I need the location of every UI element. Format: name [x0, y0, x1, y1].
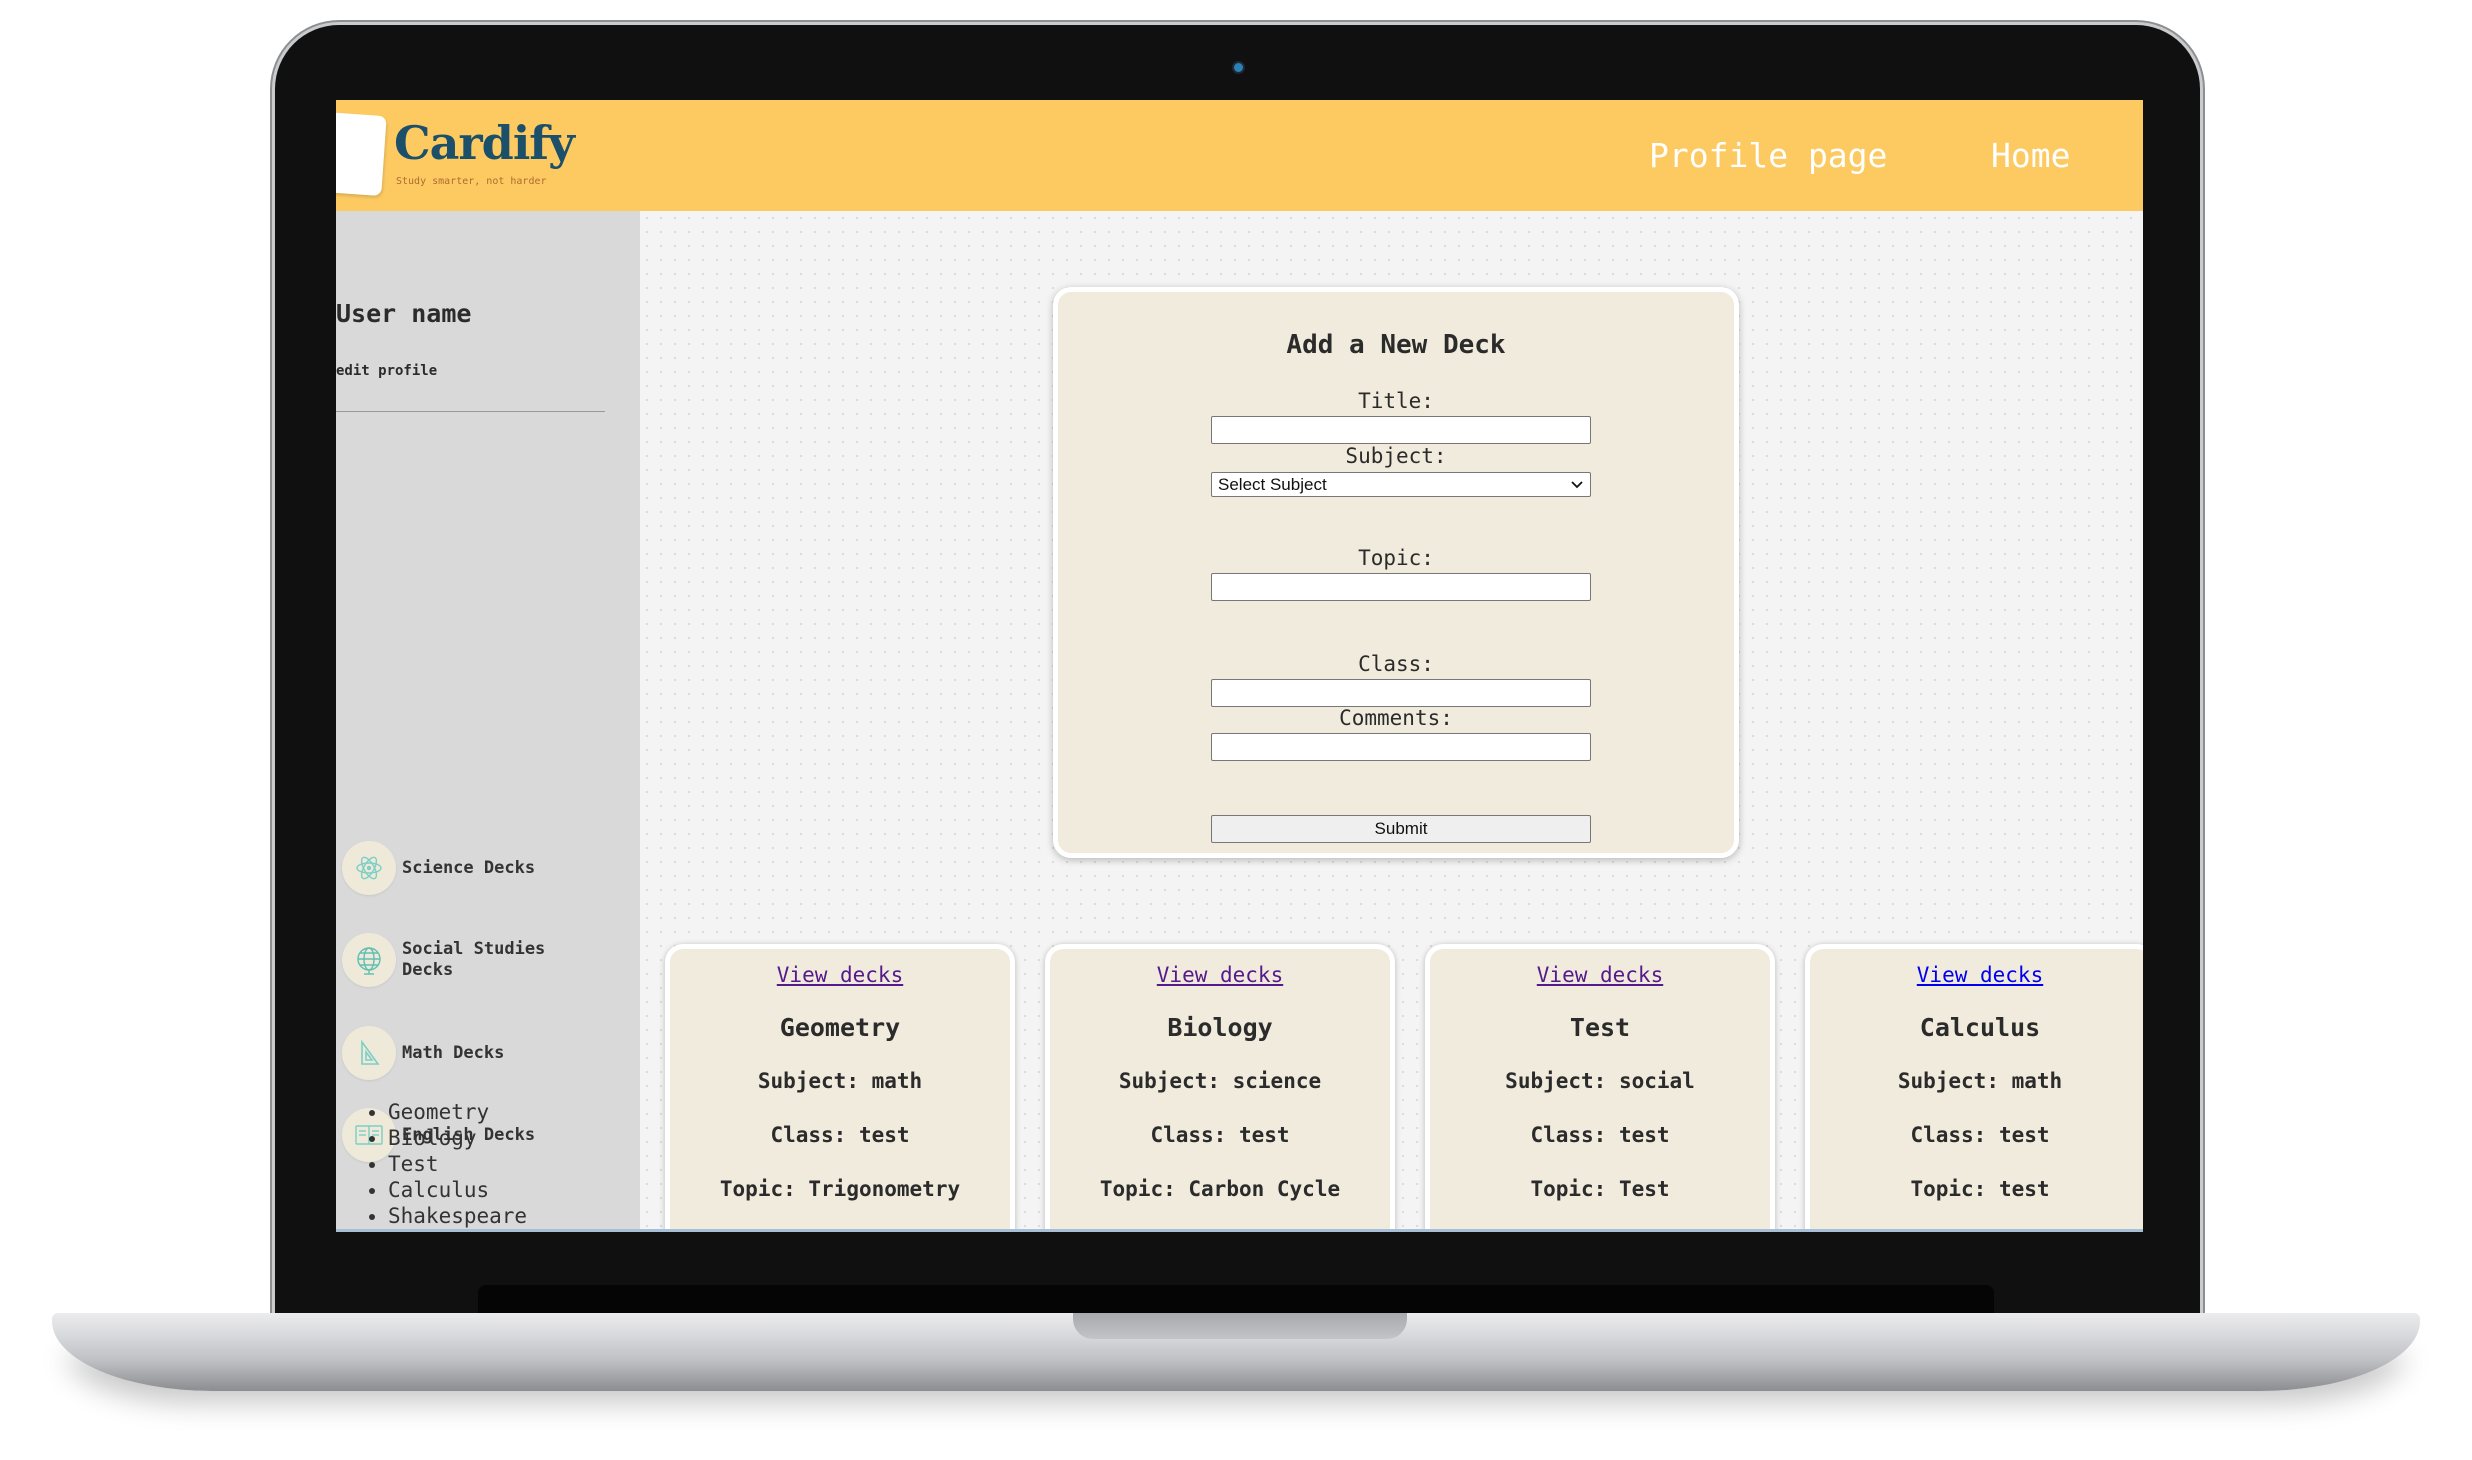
deck-topic: Topic: Trigonometry [719, 1177, 961, 1201]
deck-card-geometry: View decks Geometry Subject: math Class:… [665, 944, 1015, 1232]
comments-label: Comments: [1339, 706, 1453, 730]
list-item[interactable]: Biology [388, 1125, 527, 1151]
subject-select-value: Select Subject [1218, 474, 1327, 494]
add-deck-form: Add a New Deck Title: Subject: Select Su… [1053, 287, 1739, 858]
subject-label: Subject: [1345, 444, 1447, 468]
view-decks-link[interactable]: View decks [1050, 963, 1390, 987]
main-content: Add a New Deck Title: Subject: Select Su… [640, 211, 2143, 1232]
deck-class: Class: test [1910, 1123, 2050, 1147]
globe-icon [342, 933, 396, 987]
submit-button[interactable]: Submit [1211, 815, 1591, 843]
form-heading: Add a New Deck [1286, 330, 1506, 360]
laptop-screen: Cardify Study smarter, not harder Profil… [336, 100, 2143, 1232]
chevron-down-icon [1570, 475, 1584, 495]
list-item[interactable]: Calculus [388, 1177, 527, 1203]
deck-title: Geometry [779, 1013, 901, 1042]
sidebar-item-label: Science Decks [402, 857, 536, 878]
deck-subject: Subject: math [1897, 1069, 2063, 1093]
user-name: User name [336, 299, 472, 328]
deck-class: Class: test [1150, 1123, 1290, 1147]
class-label: Class: [1358, 652, 1434, 676]
sidebar-divider [336, 411, 605, 412]
view-decks-link[interactable]: View decks [1430, 963, 1770, 987]
title-input[interactable] [1211, 416, 1591, 444]
deck-title: Test [1569, 1013, 1631, 1042]
nav-home-link[interactable]: Home [1991, 136, 2070, 175]
brand-logo[interactable]: Cardify [394, 116, 575, 170]
deck-class: Class: test [1530, 1123, 1670, 1147]
sidebar-item-label: Math Decks [402, 1042, 505, 1063]
brand-tagline: Study smarter, not harder [396, 176, 547, 187]
class-input[interactable] [1211, 679, 1591, 707]
sidebar-item-social-studies[interactable]: Social Studies Decks [342, 933, 572, 987]
deck-topic: Topic: Carbon Cycle [1099, 1177, 1341, 1201]
deck-class: Class: test [770, 1123, 910, 1147]
list-item[interactable]: Geometry [388, 1099, 527, 1125]
webcam [1234, 63, 1243, 72]
topic-input[interactable] [1211, 573, 1591, 601]
list-item[interactable]: Test [388, 1151, 527, 1177]
sidebar-item-science[interactable]: Science Decks [342, 841, 572, 895]
view-decks-link[interactable]: View decks [670, 963, 1010, 987]
deck-title: Biology [1167, 1013, 1273, 1042]
nav-profile-link[interactable]: Profile page [1649, 136, 1887, 175]
logo-card-icon [336, 111, 387, 197]
navbar: Cardify Study smarter, not harder Profil… [336, 100, 2143, 211]
sidebar: User name edit profile Science Decks Soc… [336, 211, 640, 1232]
laptop-notch [1073, 1313, 1407, 1339]
deck-card-calculus: View decks Calculus Subject: math Class:… [1805, 944, 2143, 1232]
deck-subject: Subject: science [1118, 1069, 1322, 1093]
atom-icon [342, 841, 396, 895]
deck-card-test: View decks Test Subject: social Class: t… [1425, 944, 1775, 1232]
view-decks-link[interactable]: View decks [1810, 963, 2143, 987]
edit-profile-link[interactable]: edit profile [336, 363, 437, 379]
sidebar-item-label: Social Studies Decks [402, 939, 546, 980]
sidebar-item-math[interactable]: Math Decks [342, 1026, 572, 1080]
deck-subject: Subject: math [757, 1069, 923, 1093]
deck-subject: Subject: social [1505, 1069, 1695, 1093]
screen-bottom-edge [336, 1229, 2143, 1232]
deck-topic: Topic: Test [1530, 1177, 1670, 1201]
deck-title: Calculus [1919, 1013, 2041, 1042]
ruler-icon [342, 1026, 396, 1080]
deck-card-biology: View decks Biology Subject: science Clas… [1045, 944, 1395, 1232]
deck-topic: Topic: test [1910, 1177, 2050, 1201]
comments-input[interactable] [1211, 733, 1591, 761]
subject-select[interactable]: Select Subject [1211, 472, 1591, 497]
title-label: Title: [1358, 389, 1434, 413]
sidebar-deck-list: Geometry Biology Test Calculus Shakespea… [368, 1099, 527, 1229]
topic-label: Topic: [1358, 546, 1434, 570]
list-item[interactable]: Shakespeare [388, 1203, 527, 1229]
